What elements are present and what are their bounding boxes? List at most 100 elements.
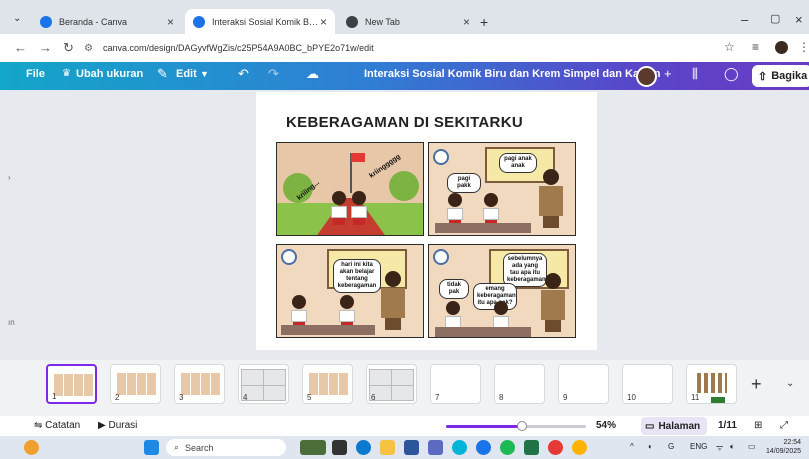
browser-tab-strip: ⌄ Beranda - Canva × Interaksi Sosial Kom… (0, 0, 809, 34)
close-icon[interactable]: × (320, 15, 327, 29)
pencil-icon: ✎ (157, 66, 168, 81)
close-icon[interactable]: × (167, 15, 174, 29)
more-menu-icon[interactable]: ⋮ (798, 40, 809, 54)
newtab-icon (346, 15, 358, 28)
duration-button[interactable]: ▶ Durasi (98, 420, 137, 431)
volume-icon[interactable]: 🔈︎ (730, 442, 735, 452)
bookmark-star-icon[interactable]: ☆ (724, 40, 735, 54)
windows-taskbar: ⌕ Search ^ ◐ G ENG ᯤ 🔈︎ ▭ 22:54 14/09/20… (0, 436, 809, 459)
page-thumbnail[interactable]: 2 (110, 364, 161, 404)
forward-icon[interactable]: → (39, 40, 52, 55)
app-icon[interactable] (548, 440, 563, 455)
page-number: 6 (371, 393, 376, 402)
document-title[interactable]: Interaksi Sosial Komik Biru dan Krem Sim… (364, 68, 660, 80)
page-thumbnail[interactable]: 10 (622, 364, 673, 404)
add-page-button[interactable]: + (751, 374, 762, 395)
grid-view-icon[interactable]: ⊞ (754, 420, 762, 431)
page-thumbnail[interactable]: 5 (302, 364, 353, 404)
pages-label: Halaman (658, 420, 701, 432)
spotify-icon[interactable] (500, 440, 515, 455)
chevron-down-icon[interactable]: ▼ (200, 69, 209, 79)
page-number: 5 (307, 393, 312, 402)
tray-google-icon[interactable]: G (668, 442, 674, 451)
canva-toolbar: File ♛ Ubah ukuran ✎ Edit ▼ ↶ ↷ ☁ Intera… (0, 62, 809, 90)
page-title[interactable]: KEBERAGAMAN DI SEKITARKU (0, 114, 809, 131)
reload-icon[interactable]: ↻ (63, 40, 74, 56)
back-icon[interactable]: ← (14, 40, 27, 55)
comment-icon[interactable]: ◯ (724, 66, 739, 82)
redo-icon[interactable]: ↷ (268, 66, 279, 82)
excel-icon[interactable] (524, 440, 539, 455)
clock-date: 14/09/2025 (766, 448, 802, 455)
zoom-slider[interactable] (446, 421, 586, 431)
chevron-down-icon[interactable]: ⌄ (786, 378, 794, 389)
file-menu[interactable]: File (26, 68, 45, 80)
comic-panel-1[interactable]: kriiing... kriinggggg (276, 142, 424, 236)
page-number: 7 (435, 393, 440, 402)
fullscreen-icon[interactable]: ⤢ (780, 420, 788, 431)
url-field[interactable]: ⚙ canva.com/design/DAGyvfWgZis/c25P54A9A… (84, 38, 724, 58)
pages-button[interactable]: ▭ Halaman (641, 417, 707, 435)
extensions-icon[interactable]: ≡ (752, 40, 759, 54)
new-tab-button[interactable]: + (480, 14, 488, 30)
file-explorer-icon[interactable] (380, 440, 395, 455)
insights-chart-icon[interactable]: ⫼ (692, 66, 698, 82)
minimize-icon[interactable]: – (741, 12, 748, 27)
notes-label: Catatan (45, 420, 81, 431)
zoom-slider-handle[interactable] (516, 421, 527, 431)
word-icon[interactable] (404, 440, 419, 455)
close-window-icon[interactable]: × (795, 12, 803, 27)
tab-beranda-canva[interactable]: Beranda - Canva × (32, 9, 182, 34)
language-indicator[interactable]: ENG (690, 442, 707, 451)
camera-app-icon[interactable] (428, 440, 443, 455)
task-view-icon[interactable] (332, 440, 347, 455)
tab-new-tab[interactable]: New Tab × (338, 9, 478, 34)
undo-icon[interactable]: ↶ (238, 66, 249, 82)
wifi-icon[interactable]: ᯤ (716, 442, 723, 453)
site-info-icon[interactable]: ⚙ (84, 43, 93, 54)
page-thumbnail[interactable]: 11 (686, 364, 737, 404)
page-thumbnail[interactable]: 1 (46, 364, 97, 404)
clock-time: 22:54 (783, 439, 802, 446)
page-thumbnail[interactable]: 6 (366, 364, 417, 404)
close-icon[interactable]: × (463, 15, 470, 29)
add-collaborator-icon[interactable]: + (664, 66, 672, 81)
page-thumbnail[interactable]: 9 (558, 364, 609, 404)
comic-panel-4[interactable]: sebelumnya ada yang tau apa itu keberaga… (428, 244, 576, 338)
student-figure (447, 193, 463, 227)
page-thumbnail[interactable]: 3 (174, 364, 225, 404)
system-clock[interactable]: 22:54 14/09/2025 (766, 438, 801, 456)
edge-browser-icon[interactable] (356, 440, 371, 455)
page-thumbnail[interactable]: 7 (430, 364, 481, 404)
comic-panel-3[interactable]: hari ini kita akan belajar tentang keber… (276, 244, 424, 338)
page-thumbnail[interactable]: 4 (238, 364, 289, 404)
share-button[interactable]: ⇧ Bagika (752, 65, 809, 87)
restore-icon[interactable]: ▢ (770, 12, 780, 25)
profile-avatar[interactable] (775, 41, 788, 54)
zoom-level[interactable]: 54% (596, 420, 616, 431)
wall-clock-icon (433, 149, 449, 165)
page-number: 9 (563, 393, 568, 402)
collaborator-avatar[interactable] (636, 66, 657, 87)
taskbar-search[interactable]: ⌕ Search (166, 439, 286, 456)
weather-widget-icon[interactable] (24, 440, 39, 455)
chrome-icon[interactable] (476, 440, 491, 455)
chrome-profile-icon[interactable] (572, 440, 587, 455)
cloud-saved-icon: ☁ (306, 66, 319, 81)
page-thumbnail[interactable]: 8 (494, 364, 545, 404)
news-widget-icon[interactable] (300, 440, 326, 455)
speech-bubble: tidak pak (439, 279, 469, 299)
resize-menu[interactable]: Ubah ukuran (76, 68, 143, 80)
windows-start-icon[interactable] (144, 440, 159, 455)
battery-icon[interactable]: ▭ (748, 442, 756, 451)
tab-interaksi-sosial[interactable]: Interaksi Sosial Komik Biru dan × (185, 9, 335, 34)
notes-button[interactable]: ⇋ Catatan (34, 420, 80, 431)
tray-app-icon[interactable]: ◐ (648, 442, 653, 451)
tab-search-icon[interactable]: ⌄ (13, 13, 27, 25)
comic-panel-2[interactable]: pagi anak anak pagi pakk (428, 142, 576, 236)
edit-menu[interactable]: Edit (176, 68, 197, 80)
canva-app-icon[interactable] (452, 440, 467, 455)
show-hidden-icons[interactable]: ^ (630, 442, 634, 451)
tab-label: Interaksi Sosial Komik Biru dan (212, 16, 320, 27)
left-edge-marker: › (8, 173, 11, 182)
